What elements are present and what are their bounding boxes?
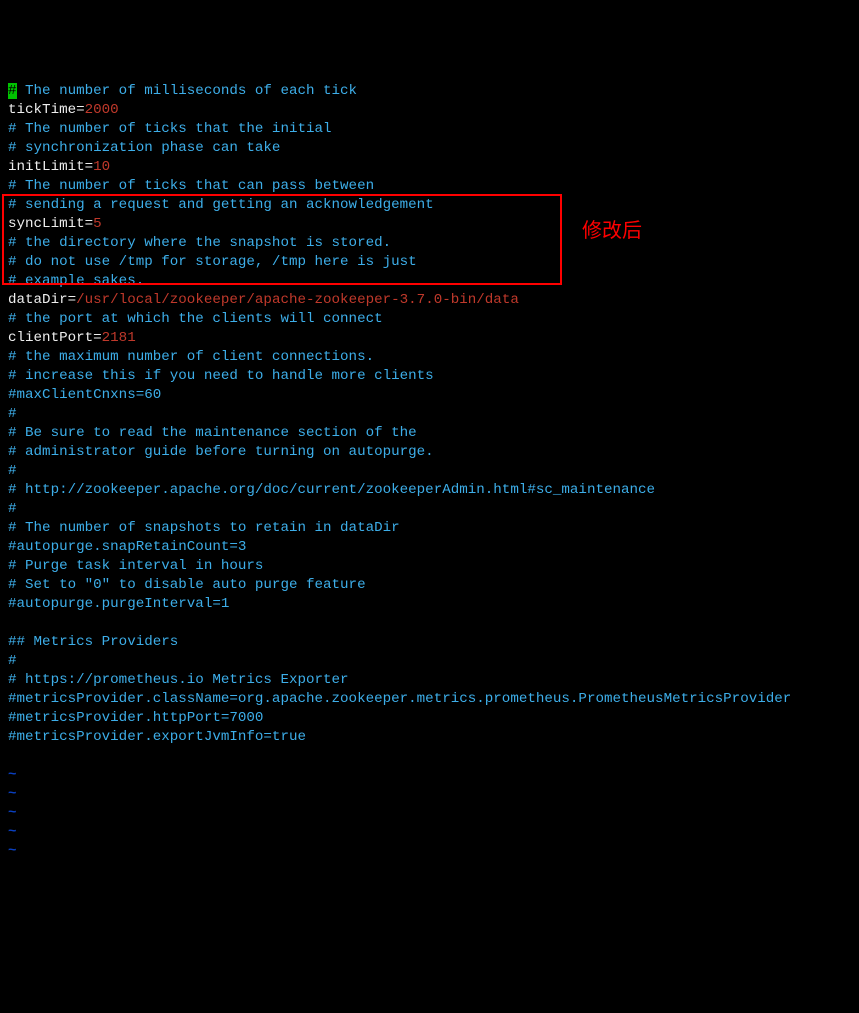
config-line: # Purge task interval in hours bbox=[8, 557, 851, 576]
terminal-editor[interactable]: # The number of milliseconds of each tic… bbox=[8, 82, 851, 861]
config-line: #autopurge.snapRetainCount=3 bbox=[8, 538, 851, 557]
config-line: #metricsProvider.className=org.apache.zo… bbox=[8, 690, 851, 709]
config-line: ~ bbox=[8, 804, 851, 823]
config-line: # sending a request and getting an ackno… bbox=[8, 196, 851, 215]
config-line: clientPort=2181 bbox=[8, 329, 851, 348]
config-line: # https://prometheus.io Metrics Exporter bbox=[8, 671, 851, 690]
config-line: # Be sure to read the maintenance sectio… bbox=[8, 424, 851, 443]
config-line: # example sakes. bbox=[8, 272, 851, 291]
config-line: # bbox=[8, 462, 851, 481]
config-line: #autopurge.purgeInterval=1 bbox=[8, 595, 851, 614]
config-line bbox=[8, 747, 851, 766]
config-line: ## Metrics Providers bbox=[8, 633, 851, 652]
config-line: # The number of ticks that the initial bbox=[8, 120, 851, 139]
config-line: # bbox=[8, 500, 851, 519]
config-line: # Set to "0" to disable auto purge featu… bbox=[8, 576, 851, 595]
cursor: # bbox=[8, 83, 17, 99]
config-line: # do not use /tmp for storage, /tmp here… bbox=[8, 253, 851, 272]
config-line: # the directory where the snapshot is st… bbox=[8, 234, 851, 253]
config-line: # the port at which the clients will con… bbox=[8, 310, 851, 329]
config-line: # bbox=[8, 652, 851, 671]
config-line: tickTime=2000 bbox=[8, 101, 851, 120]
config-line: # increase this if you need to handle mo… bbox=[8, 367, 851, 386]
config-line: # http://zookeeper.apache.org/doc/curren… bbox=[8, 481, 851, 500]
config-line: #metricsProvider.httpPort=7000 bbox=[8, 709, 851, 728]
config-line: ~ bbox=[8, 823, 851, 842]
config-line: # The number of ticks that can pass betw… bbox=[8, 177, 851, 196]
config-line: syncLimit=5 bbox=[8, 215, 851, 234]
config-line: # administrator guide before turning on … bbox=[8, 443, 851, 462]
config-line: ~ bbox=[8, 766, 851, 785]
config-line: #maxClientCnxns=60 bbox=[8, 386, 851, 405]
config-line: # The number of milliseconds of each tic… bbox=[8, 82, 851, 101]
config-line bbox=[8, 614, 851, 633]
config-line: ~ bbox=[8, 842, 851, 861]
config-line: # the maximum number of client connectio… bbox=[8, 348, 851, 367]
config-line: dataDir=/usr/local/zookeeper/apache-zook… bbox=[8, 291, 851, 310]
config-line: # synchronization phase can take bbox=[8, 139, 851, 158]
config-line: # The number of snapshots to retain in d… bbox=[8, 519, 851, 538]
annotation-label: 修改后 bbox=[582, 222, 642, 241]
config-line: # bbox=[8, 405, 851, 424]
config-line: #metricsProvider.exportJvmInfo=true bbox=[8, 728, 851, 747]
config-line: initLimit=10 bbox=[8, 158, 851, 177]
config-line: ~ bbox=[8, 785, 851, 804]
